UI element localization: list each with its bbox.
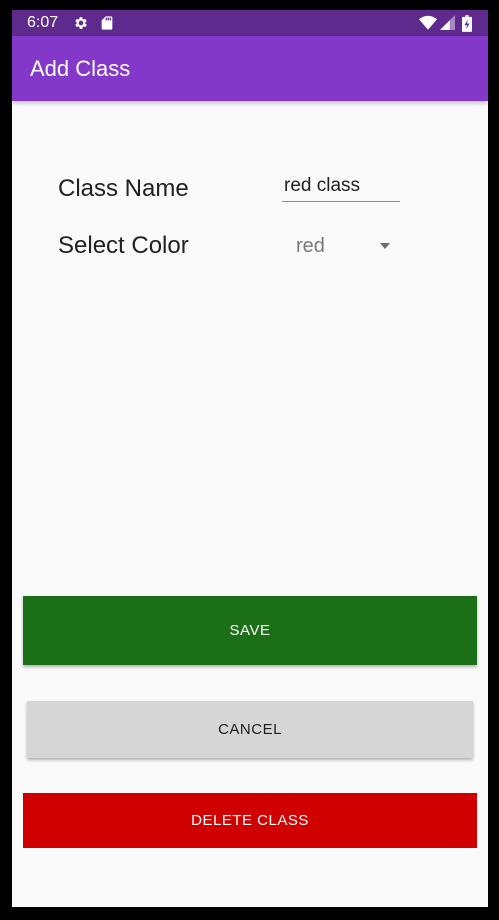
cancel-button[interactable]: CANCEL [27, 701, 473, 758]
color-dropdown-value: red [296, 235, 325, 257]
class-name-label: Class Name [58, 175, 189, 202]
dropdown-arrow-icon [380, 243, 390, 249]
app-bar: Add Class [12, 36, 488, 101]
sd-card-icon [101, 16, 113, 30]
class-name-input[interactable] [282, 171, 400, 202]
signal-icon [440, 15, 455, 30]
page-title: Add Class [30, 56, 131, 81]
select-color-label: Select Color [58, 232, 189, 259]
status-bar: 6:07 [12, 10, 488, 36]
battery-icon [462, 15, 472, 32]
gear-icon [75, 17, 87, 29]
app-screen: 6:07 Add Class Class Name Select Color r… [12, 10, 488, 907]
delete-class-button[interactable]: DELETE CLASS [23, 793, 477, 848]
status-time: 6:07 [27, 14, 59, 31]
wifi-icon [419, 15, 437, 30]
color-dropdown[interactable]: red [296, 231, 396, 263]
save-button[interactable]: SAVE [23, 596, 477, 665]
